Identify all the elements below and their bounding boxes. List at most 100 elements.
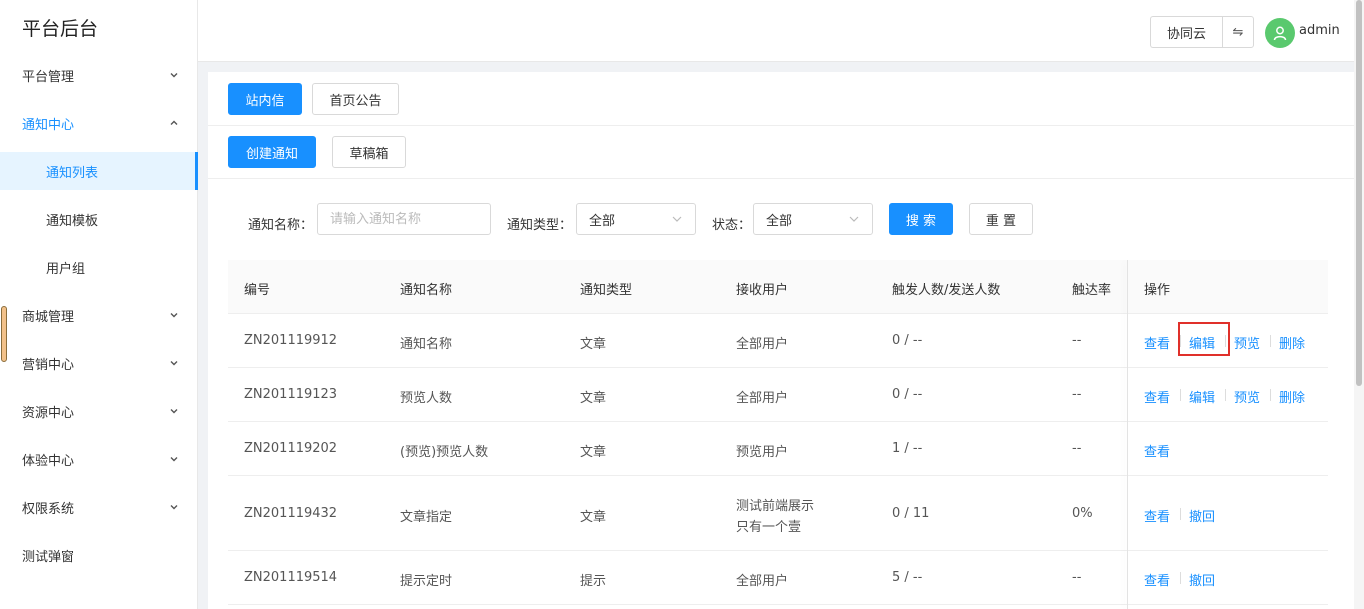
tab-site-message[interactable]: 站内信 <box>228 83 302 115</box>
tab-home-notice[interactable]: 首页公告 <box>312 83 399 115</box>
select-value: 全部 <box>766 213 793 229</box>
column-header-name: 通知名称 <box>400 283 453 298</box>
swap-button[interactable]: ⇋ <box>1222 16 1254 48</box>
op-separator <box>1180 389 1181 401</box>
revoke-link[interactable]: 撤回 <box>1189 570 1215 589</box>
cell-receiver: 全部用户 <box>736 391 789 406</box>
cell-rate: -- <box>1072 441 1082 456</box>
cell-id: ZN201119123 <box>244 387 338 402</box>
menu-item-permission[interactable]: 权限系统 <box>0 483 197 531</box>
cell-receiver: 测试前端展示 <box>736 499 815 514</box>
table-row: ZN201119202 (预览)预览人数 文章 预览用户 1 / -- -- 查… <box>228 422 1328 476</box>
cell-rate: -- <box>1072 570 1082 585</box>
column-header-operations: 操作 <box>1144 283 1171 298</box>
divider <box>208 125 1354 126</box>
cell-name: 文章指定 <box>400 510 453 525</box>
view-link[interactable]: 查看 <box>1144 333 1170 352</box>
select-value: 全部 <box>589 213 616 229</box>
cell-id: ZN201119202 <box>244 441 338 456</box>
view-link[interactable]: 查看 <box>1144 570 1170 589</box>
drafts-button[interactable]: 草稿箱 <box>332 136 406 168</box>
user-icon <box>1273 26 1287 41</box>
op-separator <box>1270 335 1271 347</box>
cell-id: ZN201119912 <box>244 333 338 348</box>
preview-link[interactable]: 预览 <box>1234 387 1260 406</box>
chevron-down-icon <box>170 73 178 78</box>
brand-title: 平台后台 <box>22 18 99 40</box>
tab-label: 站内信 <box>245 93 285 109</box>
delete-link[interactable]: 删除 <box>1279 333 1305 352</box>
menu-item-platform[interactable]: 平台管理 <box>0 51 197 99</box>
cell-count: 1 / -- <box>892 441 923 456</box>
submenu-item-notification-template[interactable]: 通知模板 <box>0 200 197 238</box>
menu-item-resource[interactable]: 资源中心 <box>0 387 197 435</box>
cell-count: 0 / -- <box>892 387 923 402</box>
menu-label: 资源中心 <box>22 405 75 421</box>
submenu-label: 通知列表 <box>46 165 99 181</box>
cell-rate: 0% <box>1072 506 1093 521</box>
chevron-down-icon <box>170 457 178 462</box>
cell-name: (预览)预览人数 <box>400 445 489 460</box>
workspace-button[interactable]: 协同云 <box>1150 16 1222 48</box>
chevron-down-icon <box>170 409 178 414</box>
create-notification-button[interactable]: 创建通知 <box>228 136 316 168</box>
button-label: 草稿箱 <box>349 146 389 162</box>
menu-item-test-popup[interactable]: 测试弹窗 <box>0 531 197 579</box>
submenu-label: 用户组 <box>46 261 86 277</box>
edit-link[interactable]: 编辑 <box>1189 387 1215 406</box>
edit-highlight-box <box>1178 322 1230 356</box>
cell-id: ZN201119432 <box>244 506 338 521</box>
op-separator <box>1180 508 1181 520</box>
reset-button[interactable]: 重 置 <box>969 203 1033 235</box>
chevron-down-icon <box>672 216 682 222</box>
chevron-up-icon <box>170 120 178 125</box>
menu-item-mall[interactable]: 商城管理 <box>0 291 197 339</box>
cell-type: 文章 <box>580 510 607 525</box>
fixed-column-divider <box>1127 260 1128 609</box>
button-label: 搜 索 <box>905 213 937 229</box>
cell-name: 通知名称 <box>400 337 453 352</box>
cell-id: ZN201119514 <box>244 570 338 585</box>
menu-item-experience[interactable]: 体验中心 <box>0 435 197 483</box>
cell-name: 提示定时 <box>400 574 453 589</box>
tab-label: 首页公告 <box>329 93 382 109</box>
avatar[interactable] <box>1265 18 1295 48</box>
table-row: ZN201119123 预览人数 文章 全部用户 0 / -- -- 查看 编辑… <box>228 368 1328 422</box>
page-scrollbar[interactable] <box>1354 0 1364 609</box>
chevron-down-icon <box>170 361 178 366</box>
column-header-receiver: 接收用户 <box>736 283 789 298</box>
swap-icon: ⇋ <box>1232 24 1244 40</box>
preview-link[interactable]: 预览 <box>1234 333 1260 352</box>
username[interactable]: admin <box>1299 23 1340 38</box>
menu-item-marketing[interactable]: 营销中心 <box>0 339 197 387</box>
op-separator <box>1180 572 1181 584</box>
workspace-label: 协同云 <box>1166 26 1206 42</box>
status-select[interactable]: 全部 <box>753 203 873 235</box>
view-link[interactable]: 查看 <box>1144 387 1170 406</box>
submenu-item-user-group[interactable]: 用户组 <box>0 248 197 286</box>
revoke-link[interactable]: 撤回 <box>1189 506 1215 525</box>
op-separator <box>1270 389 1271 401</box>
cell-type: 文章 <box>580 337 607 352</box>
menu-label: 通知中心 <box>22 117 75 133</box>
table-row: ZN201119514 提示定时 提示 全部用户 5 / -- -- 查看 撤回 <box>228 551 1328 605</box>
delete-link[interactable]: 删除 <box>1279 387 1305 406</box>
cell-type: 文章 <box>580 391 607 406</box>
notification-type-select[interactable]: 全部 <box>576 203 696 235</box>
menu-item-notification-center[interactable]: 通知中心 <box>0 99 197 147</box>
notification-name-input[interactable] <box>317 203 491 235</box>
sidebar-scrollbar[interactable] <box>1 306 7 362</box>
cell-type: 提示 <box>580 574 607 589</box>
submenu-item-notification-list[interactable]: 通知列表 <box>0 152 198 190</box>
menu-label: 权限系统 <box>22 501 75 517</box>
column-header-id: 编号 <box>244 283 271 298</box>
view-link[interactable]: 查看 <box>1144 506 1170 525</box>
page-scrollbar-thumb[interactable] <box>1356 0 1362 386</box>
cell-receiver: 全部用户 <box>736 337 789 352</box>
cell-receiver: 全部用户 <box>736 574 789 589</box>
search-button[interactable]: 搜 索 <box>889 203 953 235</box>
view-link[interactable]: 查看 <box>1144 441 1170 460</box>
notification-type-label: 通知类型： <box>507 218 573 233</box>
chevron-down-icon <box>170 505 178 510</box>
table-row: ZN201119912 通知名称 文章 全部用户 0 / -- -- 查看 编辑… <box>228 314 1328 368</box>
